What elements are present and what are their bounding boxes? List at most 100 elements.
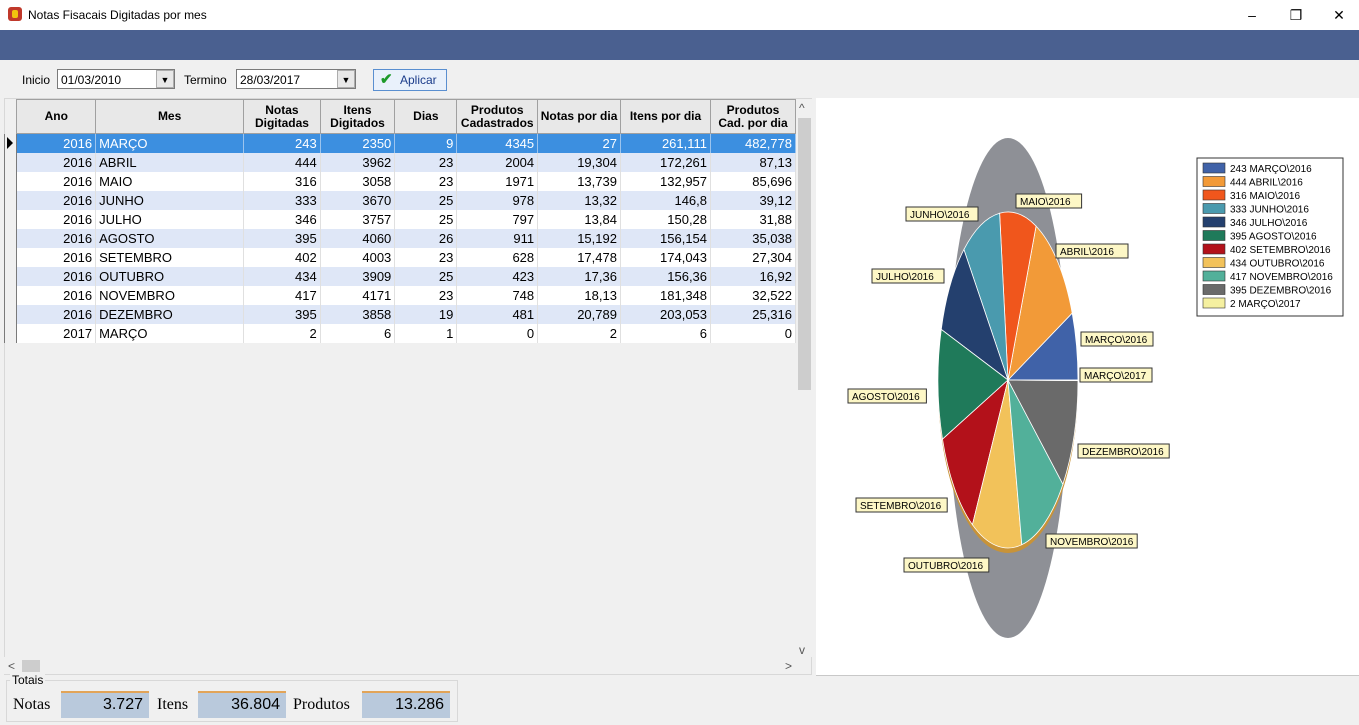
scroll-left-icon[interactable]: < [8,659,15,673]
table-cell[interactable]: 17,36 [537,267,621,286]
table-cell[interactable]: 23 [394,248,458,267]
table-cell[interactable]: 978 [456,191,539,210]
col-header-dias[interactable]: Dias [394,99,458,134]
table-cell[interactable]: 3058 [320,172,396,191]
table-cell[interactable]: 35,038 [710,229,796,248]
apply-button[interactable]: ✔ Aplicar [373,69,447,91]
row-indicator[interactable] [3,305,18,324]
table-cell[interactable]: 19,304 [537,153,621,172]
table-cell[interactable]: 748 [456,286,539,305]
table-cell[interactable]: 20,789 [537,305,621,324]
table-cell[interactable]: 4003 [320,248,396,267]
table-cell[interactable]: 181,348 [620,286,712,305]
table-cell[interactable]: 911 [456,229,539,248]
table-cell[interactable]: 1 [394,324,458,343]
row-indicator[interactable] [3,267,18,286]
table-cell[interactable]: 156,36 [620,267,712,286]
table-cell[interactable]: 2016 [16,248,97,267]
table-cell[interactable]: 13,84 [537,210,621,229]
row-indicator[interactable] [3,229,18,248]
table-row[interactable]: 2016 SETEMBRO 402 4003 23 628 17,478 174,043 27,… [3,248,796,267]
col-header-mes[interactable]: Mes [95,99,245,134]
table-cell[interactable]: 444 [243,153,321,172]
table-cell[interactable]: 0 [456,324,539,343]
table-row[interactable]: 2016 JUNHO 333 3670 25 978 13,32 146,8 39,12 [3,191,796,210]
table-cell[interactable]: 333 [243,191,321,210]
table-cell[interactable]: 174,043 [620,248,712,267]
table-cell[interactable]: 25,316 [710,305,796,324]
table-cell[interactable]: 2016 [16,305,97,324]
table-cell[interactable]: 146,8 [620,191,712,210]
table-cell[interactable]: NOVEMBRO [95,286,245,305]
table-cell[interactable]: 32,522 [710,286,796,305]
table-cell[interactable]: 25 [394,210,458,229]
table-cell[interactable]: 18,13 [537,286,621,305]
table-cell[interactable]: 27 [537,133,621,153]
table-cell[interactable]: 2016 [16,172,97,191]
table-row[interactable]: 2016 NOVEMBRO 417 4171 23 748 18,13 181,348 32,5… [3,286,796,305]
table-cell[interactable]: 6 [320,324,396,343]
col-header-produtos-cad-por-dia[interactable]: Produtos Cad. por dia [710,99,796,134]
table-cell[interactable]: 13,32 [537,191,621,210]
row-indicator[interactable] [3,172,18,191]
table-cell[interactable]: 628 [456,248,539,267]
scroll-right-icon[interactable]: > [785,659,792,673]
row-indicator[interactable] [3,286,18,305]
row-indicator[interactable] [3,133,18,153]
table-cell[interactable]: SETEMBRO [95,248,245,267]
table-cell[interactable]: 3757 [320,210,396,229]
inicio-dropdown-button[interactable]: ▼ [156,70,174,88]
table-cell[interactable]: 261,111 [620,133,712,153]
table-cell[interactable]: 481 [456,305,539,324]
table-cell[interactable]: 4171 [320,286,396,305]
table-cell[interactable]: 172,261 [620,153,712,172]
table-row[interactable]: 2016 DEZEMBRO 395 3858 19 481 20,789 203,053 25,… [3,305,796,324]
table-cell[interactable]: 3858 [320,305,396,324]
col-header-notas-digitadas[interactable]: Notas Digitadas [243,99,321,134]
table-cell[interactable]: 395 [243,305,321,324]
table-cell[interactable]: 2016 [16,153,97,172]
table-cell[interactable]: 156,154 [620,229,712,248]
table-cell[interactable]: 9 [394,133,458,153]
table-cell[interactable]: 402 [243,248,321,267]
table-cell[interactable]: 2016 [16,191,97,210]
row-indicator[interactable] [3,153,18,172]
table-row[interactable]: 2016 OUTUBRO 434 3909 25 423 17,36 156,36 16,92 [3,267,796,286]
table-cell[interactable]: 482,778 [710,133,796,153]
table-cell[interactable]: ABRIL [95,153,245,172]
table-cell[interactable]: 434 [243,267,321,286]
horizontal-scroll-thumb[interactable] [22,660,40,672]
table-cell[interactable]: 3670 [320,191,396,210]
table-cell[interactable]: JUNHO [95,191,245,210]
table-cell[interactable]: 23 [394,286,458,305]
table-cell[interactable]: 2016 [16,133,97,153]
table-cell[interactable]: 395 [243,229,321,248]
table-row[interactable]: 2016 JULHO 346 3757 25 797 13,84 150,28 31,88 [3,210,796,229]
table-cell[interactable]: OUTUBRO [95,267,245,286]
table-cell[interactable]: 2016 [16,286,97,305]
table-cell[interactable]: 26 [394,229,458,248]
table-cell[interactable]: 25 [394,267,458,286]
table-cell[interactable]: 243 [243,133,321,153]
table-cell[interactable]: AGOSTO [95,229,245,248]
table-cell[interactable]: 2017 [16,324,97,343]
table-cell[interactable]: 2004 [456,153,539,172]
table-cell[interactable]: 87,13 [710,153,796,172]
table-cell[interactable]: 417 [243,286,321,305]
table-cell[interactable]: 2350 [320,133,396,153]
table-cell[interactable]: 423 [456,267,539,286]
table-cell[interactable]: 797 [456,210,539,229]
table-cell[interactable]: 2 [537,324,621,343]
table-cell[interactable]: 2016 [16,267,97,286]
col-header-produtos-cadastrados[interactable]: Produtos Cadastrados [456,99,539,134]
maximize-button[interactable]: ❐ [1276,4,1316,26]
scroll-down-icon[interactable]: v [799,643,805,657]
table-cell[interactable]: 23 [394,172,458,191]
table-cell[interactable]: 4345 [456,133,539,153]
table-cell[interactable]: DEZEMBRO [95,305,245,324]
table-cell[interactable]: 31,88 [710,210,796,229]
table-cell[interactable]: 85,696 [710,172,796,191]
table-cell[interactable]: 4060 [320,229,396,248]
row-indicator[interactable] [3,191,18,210]
table-cell[interactable]: 2016 [16,229,97,248]
